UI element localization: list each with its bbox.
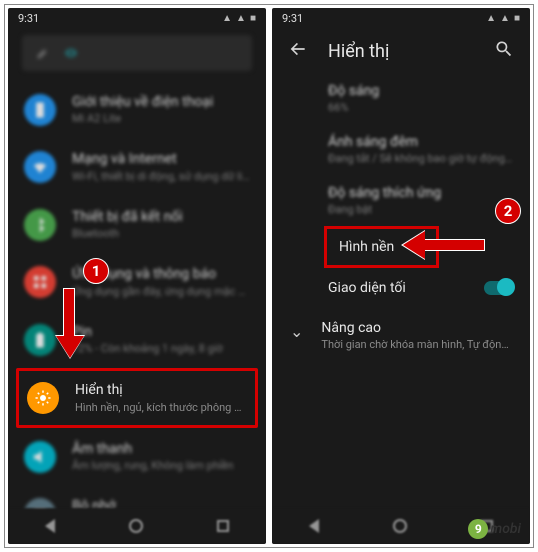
row-title: Nâng cao (321, 320, 514, 336)
right-phone-display-settings: 9:31 ▲▲■ Hiển thị Độ sáng 66% Ánh sáng đ… (272, 8, 530, 544)
settings-list: Giới thiệu về điện thoạiMi A2 Lite Mạng … (8, 79, 266, 544)
watermark: 9 mobi (468, 519, 521, 539)
back-icon[interactable] (288, 39, 308, 63)
step-badge-1: 1 (83, 258, 109, 284)
nav-recent-icon[interactable] (217, 520, 229, 532)
row-sub: Ứng dụng gần đây, ứng dụng mặc định (72, 285, 250, 299)
nav-home-icon[interactable] (393, 519, 407, 533)
row-title: Âm thanh (72, 440, 250, 458)
row-title: Giới thiệu về điện thoại (72, 93, 250, 111)
row-sub: Đang bật (328, 203, 514, 216)
status-icons: ▲▲■ (222, 13, 256, 24)
display-row[interactable]: Hiển thị Hình nền, ngủ, kích thước phông … (19, 371, 255, 424)
row-title: Hiển thị (75, 381, 247, 399)
night-light-row[interactable]: Ánh sáng đêm Đang tắt / Sẽ không bao giờ… (328, 124, 530, 175)
wifi-icon (31, 158, 49, 176)
left-phone-settings: 9:31 ▲▲■ Giới thiệu về điện thoạiMi A2 L… (8, 8, 266, 544)
display-row-highlight: Hiển thị Hình nền, ngủ, kích thước phông … (16, 368, 258, 427)
eye-icon (64, 46, 78, 60)
row-title: Pin (72, 323, 250, 341)
row-title: Thiết bị đã kết nối (72, 208, 250, 226)
sound-row[interactable]: Âm thanhÂm lượng, rung, Không làm phiền (8, 428, 266, 485)
brightness-row[interactable]: Độ sáng 66% (328, 73, 530, 124)
watermark-logo: 9 (468, 519, 488, 539)
connected-devices-row[interactable]: Thiết bị đã kết nốiBluetooth (8, 196, 266, 253)
phone-icon (31, 101, 49, 119)
watermark-text: mobi (490, 521, 521, 537)
status-bar: 9:31 ▲▲■ (272, 8, 530, 27)
bluetooth-icon (31, 216, 49, 234)
page-title: Hiển thị (328, 41, 474, 62)
row-sub: Âm lượng, rung, Không làm phiền (72, 459, 250, 473)
dark-theme-toggle[interactable] (484, 281, 514, 295)
row-sub: 66% (328, 101, 514, 114)
row-sub: Hình nền, ngủ, kích thước phông chữ (75, 401, 247, 415)
row-title: Độ sáng (328, 83, 514, 99)
app-bar: Hiển thị (272, 27, 530, 73)
row-sub: Thời gian chờ khóa màn hình, Tự động xoa… (321, 338, 514, 351)
arrow-1 (63, 288, 75, 338)
nav-back-icon[interactable] (45, 519, 55, 533)
display-settings-list: Độ sáng 66% Ánh sáng đêm Đang tắt / Sẽ k… (272, 73, 530, 308)
about-phone-row[interactable]: Giới thiệu về điện thoạiMi A2 Lite (8, 81, 266, 138)
nav-home-icon[interactable] (129, 519, 143, 533)
row-sub: Wi-Fi, thiết bị di động, sử dụng dữ liệu… (72, 170, 250, 184)
step-badge-2: 2 (495, 198, 521, 224)
battery-row[interactable]: Pin72% - Còn khoảng 1 ngày, 8 giờ (8, 311, 266, 368)
row-sub: 72% - Còn khoảng 1 ngày, 8 giờ (72, 342, 250, 356)
row-title: Ánh sáng đêm (328, 134, 514, 150)
sound-icon (31, 448, 49, 466)
row-sub: Đang tắt / Sẽ không bao giờ tự động bật (328, 152, 514, 165)
advanced-row[interactable]: ⌄ Nâng cao Thời gian chờ khóa màn hình, … (272, 308, 530, 363)
status-icons: ▲▲■ (486, 13, 520, 24)
row-sub: Mi A2 Lite (72, 112, 250, 126)
search-icon[interactable] (494, 39, 514, 63)
row-title: Độ sáng thích ứng (328, 185, 514, 201)
network-row[interactable]: Mạng và Internet Wi-Fi, thiết bị di động,… (8, 138, 266, 195)
status-bar: 9:31 ▲▲■ (8, 8, 266, 27)
row-title: Mạng và Internet (72, 150, 250, 168)
dark-theme-row[interactable]: Giao diện tối (328, 268, 530, 308)
display-icon (34, 389, 52, 407)
battery-icon (31, 331, 49, 349)
nav-bar (8, 508, 266, 544)
apps-icon (31, 273, 49, 291)
row-title: Giao diện tối (328, 280, 406, 296)
status-time: 9:31 (282, 12, 303, 25)
chevron-down-icon: ⌄ (290, 322, 303, 341)
row-sub: Bluetooth (72, 227, 250, 241)
arrow-2 (423, 239, 485, 251)
edit-icon (36, 46, 50, 60)
apps-row[interactable]: Ứng dụng và thông báoỨng dụng gần đây, ứ… (8, 253, 266, 310)
status-time: 9:31 (18, 12, 39, 25)
nav-back-icon[interactable] (309, 519, 319, 533)
settings-search-bar[interactable] (22, 35, 252, 71)
